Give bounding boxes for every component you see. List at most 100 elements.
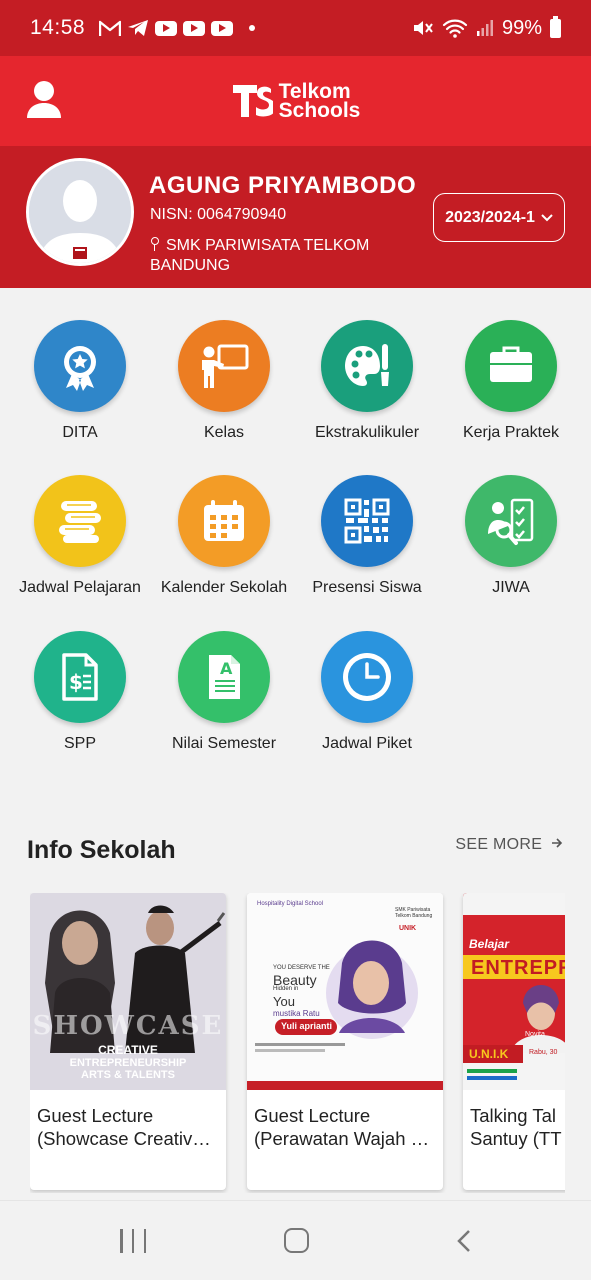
avatar-placeholder-icon <box>29 161 131 263</box>
battery-icon <box>550 15 561 38</box>
menu-label: Kerja Praktek <box>462 424 560 441</box>
dot-icon <box>249 25 256 31</box>
battery-percent: 99% <box>501 16 542 39</box>
clock-icon <box>321 631 413 723</box>
avatar[interactable] <box>26 158 134 266</box>
menu-item-spp[interactable]: $ SPP <box>8 631 152 753</box>
chevron-down-icon <box>541 213 553 221</box>
student-name: AGUNG PRIYAMBODO <box>149 172 417 199</box>
telkom-logo-mark-icon <box>232 85 273 117</box>
poster-title: SHOWCASE <box>32 1011 224 1041</box>
grade-document-icon: A <box>178 631 270 723</box>
info-card[interactable]: SHOWCASE CREATIVE ENTREPRENEURSHIP ARTS … <box>30 893 226 1190</box>
menu-label: Ekstrakulikuler <box>314 424 420 441</box>
location-pin-icon <box>150 237 159 251</box>
poster-date: Rabu, 30 <box>529 1049 558 1056</box>
profile-header: AGUNG PRIYAMBODO NISN: 0064790940 SMK PA… <box>0 146 591 288</box>
gmail-icon <box>99 20 122 36</box>
logo-line-schools: Schools <box>278 99 361 122</box>
back-icon[interactable] <box>455 1229 473 1253</box>
card-title-line1: Guest Lecture <box>254 1105 371 1126</box>
menu-item-dita[interactable]: DITA <box>8 320 152 442</box>
svg-text:A: A <box>220 659 233 678</box>
status-time: 14:58 <box>30 16 86 39</box>
card-title-line2: Santuy (TT <box>470 1128 562 1149</box>
card-title-line2: (Perawatan Wajah … <box>254 1128 430 1149</box>
wifi-icon <box>442 19 468 38</box>
poster-school: SMK Pariwisata Telkom Bandung <box>395 907 433 919</box>
poster-talking-talent: Belajar ENTREPR U.N.I.K Novita Rabu, 30 <box>463 893 565 1090</box>
poster-unik: UNIK <box>399 925 417 932</box>
menu-item-jadwal-pelajaran[interactable]: Jadwal Pelajaran <box>8 475 152 597</box>
poster-speaker: Novita <box>525 1031 545 1038</box>
section-title-info-sekolah: Info Sekolah <box>27 836 176 864</box>
arrow-right-icon <box>552 838 563 848</box>
menu-item-jiwa[interactable]: JIWA <box>439 475 583 597</box>
academic-year-dropdown[interactable]: 2023/2024-1 <box>433 193 565 242</box>
system-nav-bar <box>0 1200 591 1280</box>
teacher-board-icon <box>178 320 270 412</box>
info-card[interactable]: Belajar ENTREPR U.N.I.K Novita Rabu, 30 … <box>463 893 565 1190</box>
card-title-line2: (Showcase Creativ… <box>37 1128 211 1149</box>
poster-header: Hospitality Digital School <box>257 901 324 907</box>
menu-label: SPP <box>63 735 96 752</box>
books-icon <box>34 475 126 567</box>
see-more-link[interactable]: SEE MORE <box>455 836 563 854</box>
card-title-line1: Guest Lecture <box>37 1105 154 1126</box>
poster-subtitle: CREATIVE <box>98 1043 158 1057</box>
poster-subtitle: ENTREPRENEURSHIP <box>69 1057 187 1069</box>
poster-unik: U.N.I.K <box>469 1047 509 1061</box>
poster-showcase: SHOWCASE CREATIVE ENTREPRENEURSHIP ARTS … <box>30 893 226 1090</box>
menu-label: Kalender Sekolah <box>160 579 288 596</box>
menu-label: DITA <box>62 424 98 441</box>
menu-item-ekstrakulikuler[interactable]: Ekstrakulikuler <box>295 320 439 442</box>
menu-item-kerja-praktek[interactable]: Kerja Praktek <box>439 320 583 442</box>
menu-item-jadwal-piket[interactable]: Jadwal Piket <box>295 631 439 753</box>
menu-label: Jadwal Piket <box>322 735 412 752</box>
palette-brush-icon <box>321 320 413 412</box>
menu-label: Nilai Semester <box>171 735 277 752</box>
menu-label: Jadwal Pelajaran <box>19 579 141 596</box>
calendar-icon <box>178 475 270 567</box>
school-location: SMK PARIWISATA TELKOM BANDUNG <box>150 236 400 276</box>
home-icon[interactable] <box>284 1228 309 1253</box>
poster-subtitle: ARTS & TALENTS <box>81 1069 175 1081</box>
academic-year-value: 2023/2024-1 <box>445 208 535 226</box>
youtube-icon <box>183 20 206 36</box>
menu-item-presensi-siswa[interactable]: Presensi Siswa <box>295 475 439 597</box>
poster-speaker: Yuli aprianti <box>281 1021 333 1031</box>
info-card-carousel[interactable]: SHOWCASE CREATIVE ENTREPRENEURSHIP ARTS … <box>30 893 565 1193</box>
menu-label: Presensi Siswa <box>312 579 422 596</box>
briefcase-icon <box>465 320 557 412</box>
menu-item-kelas[interactable]: Kelas <box>152 320 296 442</box>
poster-belajar: Belajar <box>469 937 510 951</box>
telegram-icon <box>128 20 149 36</box>
see-more-label: SEE MORE <box>455 836 543 853</box>
award-badge-icon <box>34 320 126 412</box>
poster-hidden: Hidden in <box>273 986 299 992</box>
menu-label: JIWA <box>492 579 530 596</box>
user-icon[interactable] <box>22 78 66 122</box>
student-nisn: NISN: 0064790940 <box>150 206 287 223</box>
invoice-dollar-icon: $ <box>34 631 126 723</box>
checklist-search-icon <box>465 475 557 567</box>
qr-code-icon <box>321 475 413 567</box>
poster-perawatan-wajah: Hospitality Digital School SMK Pariwisat… <box>247 893 443 1090</box>
poster-brand: mustika Ratu <box>273 1009 320 1018</box>
status-bar: 14:58 99% <box>0 0 591 56</box>
poster-entrepr: ENTREPR <box>471 957 565 979</box>
menu-item-nilai-semester[interactable]: A Nilai Semester <box>152 631 296 753</box>
info-card[interactable]: Hospitality Digital School SMK Pariwisat… <box>247 893 443 1190</box>
signal-icon <box>476 20 493 36</box>
youtube-icon <box>155 20 178 36</box>
menu-item-kalender-sekolah[interactable]: Kalender Sekolah <box>152 475 296 597</box>
poster-tagline: YOU DESERVE THE <box>273 965 330 971</box>
svg-text:$: $ <box>69 670 83 694</box>
telkom-schools-logo: Telkom Schools <box>231 81 361 122</box>
school-name: SMK PARIWISATA TELKOM BANDUNG <box>150 237 370 274</box>
app-bar: Telkom Schools <box>0 56 591 146</box>
recent-apps-icon[interactable] <box>120 1229 146 1253</box>
poster-you: You <box>273 994 295 1009</box>
mute-icon <box>413 21 433 35</box>
menu-label: Kelas <box>203 424 245 441</box>
